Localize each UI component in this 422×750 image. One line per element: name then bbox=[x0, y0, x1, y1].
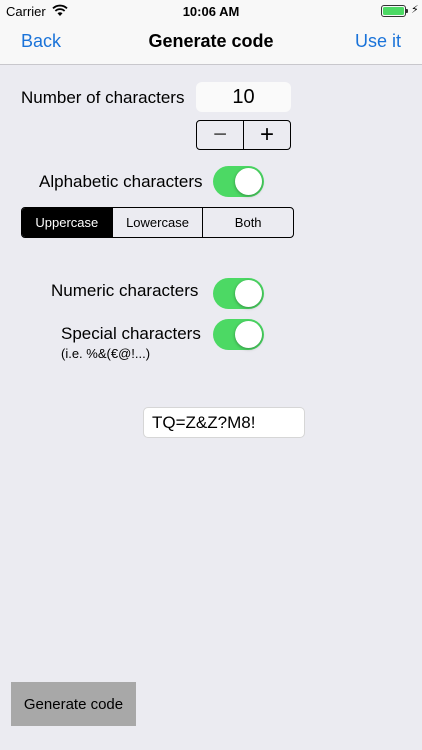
alphabetic-label: Alphabetic characters bbox=[39, 172, 203, 191]
navigation-bar: Back Generate code Use it bbox=[0, 22, 422, 65]
battery-fill bbox=[383, 7, 404, 15]
use-it-button[interactable]: Use it bbox=[355, 31, 401, 52]
increment-button[interactable]: + bbox=[244, 121, 290, 149]
toggle-knob bbox=[235, 280, 262, 307]
special-label: Special characters bbox=[61, 324, 201, 343]
battery-icon bbox=[381, 5, 406, 17]
alphabetic-toggle[interactable] bbox=[213, 166, 264, 197]
status-time: 10:06 AM bbox=[182, 4, 240, 19]
segment-uppercase[interactable]: Uppercase bbox=[22, 208, 113, 237]
character-count-label: Number of characters bbox=[21, 88, 185, 107]
status-bar: Carrier 10:06 AM ⚡ bbox=[0, 0, 422, 22]
generated-code-field[interactable]: TQ=Z&Z?M8! bbox=[143, 407, 305, 438]
special-hint: (i.e. %&(€@!...) bbox=[61, 346, 151, 361]
segment-both[interactable]: Both bbox=[203, 208, 293, 237]
case-segmented-control: Uppercase Lowercase Both bbox=[21, 207, 294, 238]
segment-lowercase[interactable]: Lowercase bbox=[113, 208, 204, 237]
character-count-stepper: − + bbox=[196, 120, 291, 150]
numeric-label: Numeric characters bbox=[51, 281, 199, 300]
toggle-knob bbox=[235, 321, 262, 348]
numeric-toggle[interactable] bbox=[213, 278, 264, 309]
character-count-field[interactable]: 10 bbox=[196, 82, 291, 112]
charging-icon: ⚡ bbox=[411, 4, 419, 16]
special-toggle[interactable] bbox=[213, 319, 264, 350]
toggle-knob bbox=[235, 168, 262, 195]
generate-code-button[interactable]: Generate code bbox=[11, 682, 136, 726]
battery-tip bbox=[406, 9, 408, 13]
decrement-button[interactable]: − bbox=[197, 121, 244, 149]
